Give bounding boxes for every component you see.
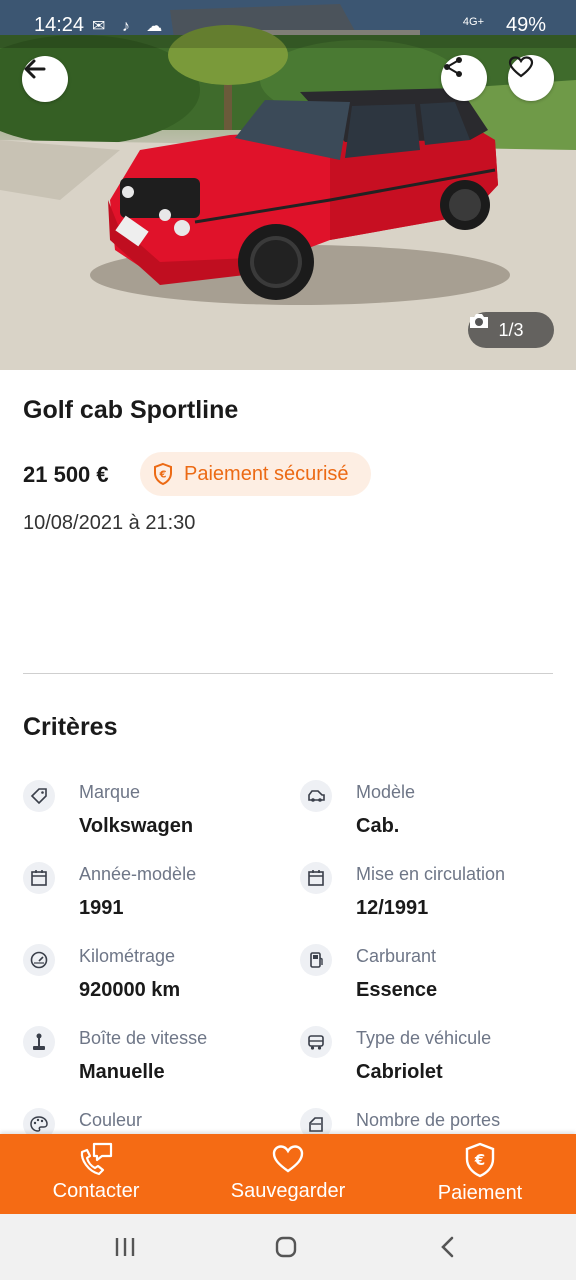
listing-date: 10/08/2021 à 21:30 [23,512,196,534]
criteria-label: Carburant [356,946,437,966]
calendar-icon [300,862,332,894]
criteria-label: Marque [79,782,141,802]
criteria-value: Volkswagen [79,815,194,837]
home-button[interactable] [266,1232,306,1262]
share-icon [444,57,462,77]
heart-icon [272,1145,304,1173]
svg-text:€: € [474,1151,485,1169]
criteria-label: Type de véhicule [356,1028,492,1048]
criteria-label: Boîte de vitesse [79,1028,208,1048]
criteria-value: 1991 [79,897,124,919]
criteria-value: Manuelle [79,1061,165,1083]
back-nav-button[interactable] [428,1232,468,1262]
shield-euro-icon: € [154,462,172,486]
photo-counter-label: 1/3 [498,319,524,340]
speedometer-icon [23,944,55,976]
back-button[interactable] [22,56,68,102]
favorite-button[interactable] [508,55,554,101]
battery-level: 49% [505,14,546,36]
secure-payment-badge[interactable]: € Paiement sécurisé [140,452,371,496]
criteria-item-carburant: Carburant Essence [300,944,560,1014]
criteria-label: Kilométrage [79,946,176,966]
criteria-label: Année-modèle [79,864,197,884]
secure-payment-label: Paiement sécurisé [184,462,349,485]
gear-shift-icon [23,1026,55,1058]
fuel-pump-icon [300,944,332,976]
criteria-value: 12/1991 [356,897,429,919]
payment-label: Paiement [437,1182,523,1204]
svg-text:€: € [159,470,167,481]
criteria-item-mise-en-circulation: Mise en circulation 12/1991 [300,862,560,932]
criteria-label: Nombre de portes [356,1110,501,1130]
criteria-value: Cab. [356,815,400,837]
save-button[interactable]: Sauvegarder [192,1134,384,1214]
contact-label: Contacter [52,1180,140,1202]
recent-apps-button[interactable] [105,1232,145,1262]
criteria-value: 920000 km [79,979,181,1001]
listing-photo[interactable]: 14:24 ✉ ♪ ☁ 4G+ 49% 1/3 [0,0,576,370]
action-bar: Contacter Sauvegarder € Paiement [0,1134,576,1214]
criteria-label: Modèle [356,782,416,802]
notification-icons: ✉ ♪ ☁ [92,18,169,35]
share-button[interactable] [441,55,487,101]
section-divider [23,673,553,674]
listing-price: 21 500 € [23,462,109,487]
chevron-left-icon [441,1236,454,1258]
criteria-item-annee-modele: Année-modèle 1991 [23,862,283,932]
criteria-value: Essence [356,979,438,1001]
system-nav-bar [0,1214,576,1280]
phone-chat-icon [80,1142,113,1176]
calendar-icon [23,862,55,894]
status-time: 14:24 [34,14,85,36]
contact-button[interactable]: Contacter [0,1134,192,1214]
criteria-heading: Critères [23,713,118,741]
car-model-icon [300,780,332,812]
criteria-item-kilometrage: Kilométrage 920000 km [23,944,283,1014]
save-label: Sauvegarder [230,1180,346,1202]
criteria-item-marque: Marque Volkswagen [23,780,283,850]
home-icon [275,1236,297,1258]
criteria-value: Cabriolet [356,1061,443,1083]
criteria-item-boite-de-vitesse: Boîte de vitesse Manuelle [23,1026,283,1096]
criteria-label: Mise en circulation [356,864,506,884]
criteria-item-modele: Modèle Cab. [300,780,560,850]
heart-icon [508,56,534,78]
tag-icon [23,780,55,812]
criteria-label: Couleur [79,1110,143,1130]
listing-title: Golf cab Sportline [23,396,239,424]
payment-button[interactable]: € Paiement [384,1134,576,1214]
photo-counter[interactable]: 1/3 [468,312,554,348]
network-indicator: 4G+ [462,16,484,28]
shield-euro-icon: € [465,1142,495,1178]
criteria-item-type-de-vehicule: Type de véhicule Cabriolet [300,1026,560,1096]
recent-apps-icon [115,1238,135,1256]
arrow-left-icon [24,59,46,79]
vehicle-type-icon [300,1026,332,1058]
status-bar: 14:24 ✉ ♪ ☁ 4G+ 49% [0,0,576,52]
camera-icon [470,314,488,328]
